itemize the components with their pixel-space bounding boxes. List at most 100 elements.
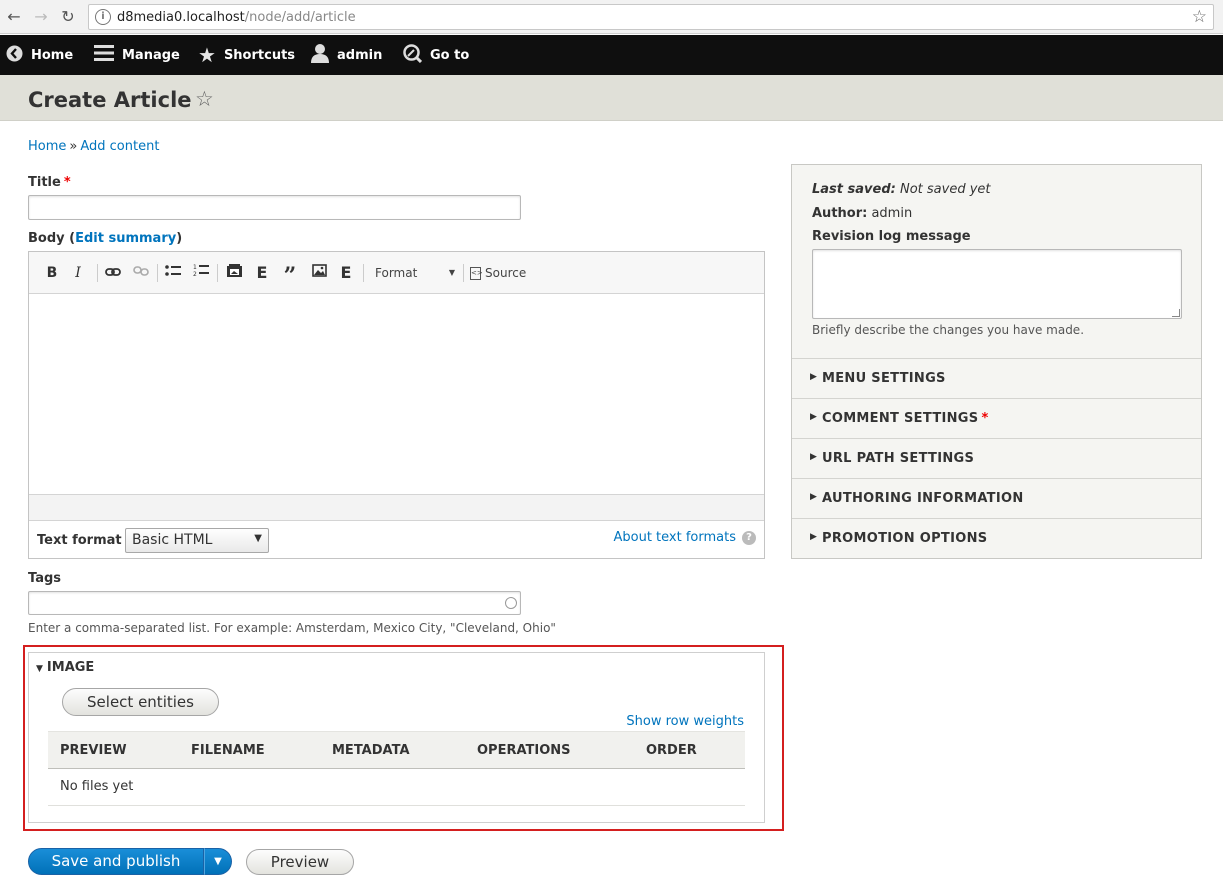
url-path-settings-title: URL PATH SETTINGS (822, 451, 975, 466)
column-operations: OPERATIONS (477, 743, 571, 758)
back-arrow-icon[interactable]: ← (4, 7, 24, 27)
edit-summary-link[interactable]: Edit summary (75, 231, 176, 246)
editor-toolbar: B I 12 E ” E Format ▼ <> Source (29, 252, 764, 294)
help-icon[interactable]: ? (742, 530, 756, 545)
author-label: Author: (812, 206, 868, 221)
last-saved-label: Last saved: (812, 182, 896, 197)
forward-arrow-icon[interactable]: → (31, 7, 51, 27)
source-button-label: Source (485, 266, 527, 280)
toolbar-user-label: admin (337, 47, 383, 63)
toolbar-user[interactable]: admin (311, 35, 382, 75)
table-row: No files yet (48, 769, 745, 806)
browser-bar: ← → ↻ i d8media0.localhost/node/add/arti… (0, 0, 1223, 34)
revision-log-description: Briefly describe the changes you have ma… (812, 323, 1085, 337)
entity-meta-sidebar: Last saved: Not saved yet Author: admin … (791, 164, 1202, 559)
page-header: Create Article ☆ (0, 75, 1223, 121)
revision-log-textarea[interactable] (812, 249, 1182, 319)
source-button[interactable]: <> Source (470, 263, 532, 283)
text-format-row: Text format Basic HTML ▼ About text form… (29, 521, 764, 558)
caret-down-icon: ▼ (254, 533, 262, 544)
body-editor: B I 12 E ” E Format ▼ <> Source Text for… (28, 251, 765, 559)
triangle-down-icon: ▼ (36, 664, 43, 674)
breadcrumb: Home» Add content (28, 139, 159, 154)
numbered-list-icon[interactable]: 12 (192, 263, 210, 283)
toolbar-manage-label: Manage (122, 47, 180, 63)
column-preview: PREVIEW (60, 743, 127, 758)
select-entities-button[interactable]: Select entities (62, 688, 219, 716)
about-text-formats-link[interactable]: About text formats (613, 530, 736, 545)
save-options-dropdown[interactable]: ▼ (204, 848, 232, 875)
authoring-information-title: AUTHORING INFORMATION (822, 491, 1024, 506)
format-dropdown-label: Format (375, 266, 418, 280)
url-path: /node/add/article (244, 10, 356, 25)
toolbar-divider (157, 264, 158, 282)
empty-message: No files yet (60, 779, 134, 794)
about-text-formats: About text formats? (613, 530, 756, 545)
image-fieldset-toggle[interactable]: ▼ IMAGE (36, 660, 94, 675)
entity-embed-button[interactable]: E (255, 263, 269, 283)
body-editor-area[interactable] (29, 294, 764, 494)
required-mark: * (63, 175, 71, 190)
caret-down-icon: ▼ (448, 268, 455, 277)
info-icon[interactable]: i (95, 9, 111, 25)
toolbar-divider (463, 264, 464, 282)
tags-input[interactable] (28, 591, 521, 615)
reload-icon[interactable]: ↻ (58, 7, 78, 27)
bold-button[interactable]: B (44, 263, 60, 283)
tags-label: Tags (28, 571, 62, 586)
text-format-select[interactable]: Basic HTML ▼ (125, 528, 269, 553)
save-and-publish-button[interactable]: Save and publish (28, 848, 204, 875)
source-icon: <> (470, 267, 483, 280)
toolbar-manage[interactable]: Manage (94, 35, 180, 75)
address-bar[interactable]: i d8media0.localhost/node/add/article ☆ (88, 4, 1214, 30)
promotion-options-title: PROMOTION OPTIONS (822, 531, 988, 546)
breadcrumb-add-content[interactable]: Add content (80, 139, 159, 154)
bookmark-star-icon[interactable]: ☆ (1192, 7, 1207, 27)
title-input[interactable] (28, 195, 521, 220)
toolbar-home-label: Home (31, 47, 74, 63)
image-legend: IMAGE (46, 660, 95, 675)
column-filename: FILENAME (191, 743, 265, 758)
breadcrumb-home[interactable]: Home (28, 139, 66, 154)
toolbar-goto-label: Go to (430, 47, 470, 63)
triangle-right-icon: ▶ (810, 372, 817, 382)
toolbar-home[interactable]: Home (6, 35, 73, 75)
comment-settings-title: COMMENT SETTINGS * (822, 411, 989, 426)
entity-embed-button-2[interactable]: E (339, 263, 353, 283)
toolbar-divider (217, 264, 218, 282)
blockquote-button[interactable]: ” (281, 263, 299, 289)
url-path-settings-section[interactable]: ▶ URL PATH SETTINGS (792, 438, 1201, 478)
url-text: d8media0.localhost/node/add/article (117, 10, 356, 25)
text-format-value: Basic HTML (132, 532, 213, 548)
body-label-text: Body ( (28, 231, 76, 246)
image-icon[interactable] (310, 263, 328, 283)
promotion-options-section[interactable]: ▶ PROMOTION OPTIONS (792, 518, 1201, 558)
author-value: admin (871, 206, 913, 221)
italic-button[interactable]: I (71, 263, 85, 283)
media-embed-icon[interactable] (225, 263, 243, 283)
page-title: Create Article (28, 88, 192, 112)
menu-settings-title: MENU SETTINGS (822, 371, 946, 386)
title-label-text: Title (28, 175, 61, 190)
user-icon (311, 43, 329, 67)
toolbar-shortcuts[interactable]: ★ Shortcuts (198, 35, 295, 75)
link-icon[interactable] (104, 263, 122, 283)
breadcrumb-separator: » (69, 139, 78, 154)
bulleted-list-icon[interactable] (164, 263, 182, 283)
menu-settings-section[interactable]: ▶ MENU SETTINGS (792, 358, 1201, 398)
resize-handle-icon[interactable] (1172, 309, 1180, 317)
triangle-right-icon: ▶ (810, 532, 817, 542)
unlink-icon[interactable] (132, 263, 150, 283)
back-circle-icon (6, 45, 23, 66)
toolbar-goto[interactable]: Go to (403, 35, 469, 75)
format-dropdown[interactable]: Format ▼ (375, 263, 459, 283)
comment-settings-section[interactable]: ▶ COMMENT SETTINGS * (792, 398, 1201, 438)
autocomplete-throbber-icon (505, 597, 517, 609)
preview-button[interactable]: Preview (246, 849, 354, 875)
star-icon: ★ (198, 43, 216, 67)
required-mark: * (981, 411, 989, 426)
shortcut-star-icon[interactable]: ☆ (195, 87, 214, 111)
show-row-weights-link[interactable]: Show row weights (626, 714, 744, 729)
revision-log-label: Revision log message (812, 229, 971, 244)
authoring-information-section[interactable]: ▶ AUTHORING INFORMATION (792, 478, 1201, 518)
